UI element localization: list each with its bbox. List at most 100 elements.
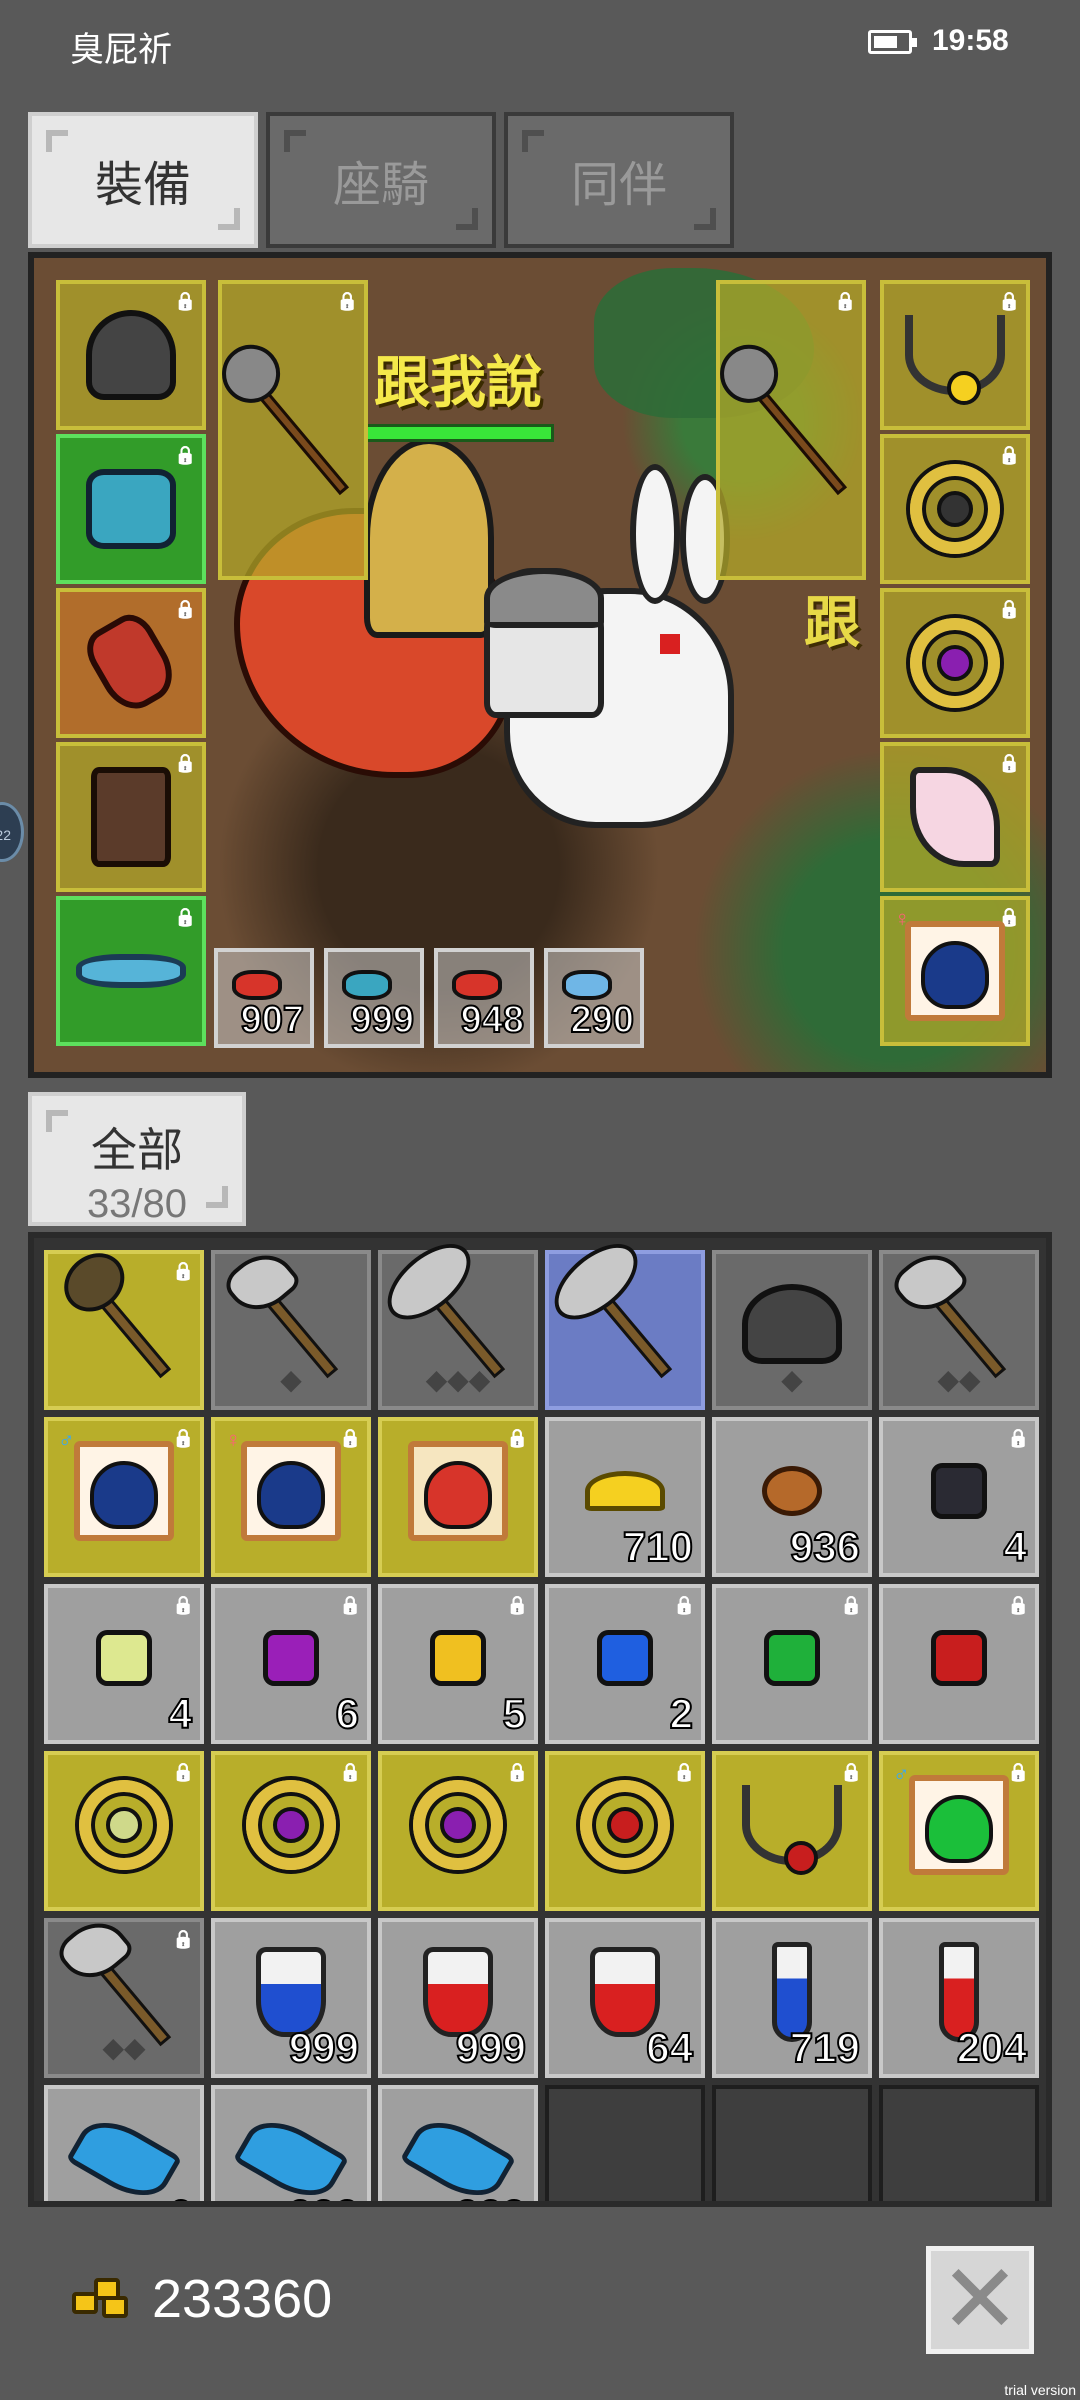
- inventory-slot[interactable]: ♂: [44, 1417, 204, 1577]
- inventory-slot[interactable]: 999: [378, 1918, 538, 2078]
- inventory-slot[interactable]: [44, 1751, 204, 1911]
- other-player-label: 跟: [804, 591, 860, 654]
- status-bar: 臭屁祈 19:58: [0, 0, 1080, 90]
- inventory-slot[interactable]: 4: [44, 1584, 204, 1744]
- cheese-icon: [585, 1470, 665, 1511]
- lock-icon: [174, 444, 196, 466]
- inventory-slot[interactable]: 719: [712, 1918, 872, 2078]
- mace-icon: [76, 1269, 172, 1379]
- tab-mount[interactable]: 座騎: [266, 112, 496, 248]
- empty-inventory-slot[interactable]: [545, 2085, 705, 2201]
- inventory-slot[interactable]: [378, 1751, 538, 1911]
- inventory-slot[interactable]: 999: [211, 1918, 371, 2078]
- inventory-slot[interactable]: 2: [545, 1584, 705, 1744]
- socket-icon: ◆◆: [937, 1364, 981, 1395]
- armor-slot[interactable]: [56, 434, 206, 584]
- pet-slot[interactable]: ♀: [880, 896, 1030, 1046]
- lock-icon: [172, 1427, 194, 1449]
- item-count: 999: [288, 2023, 360, 2072]
- black-ore-icon: [931, 1462, 987, 1519]
- inventory-filter-all[interactable]: 全部 33/80: [28, 1092, 246, 1226]
- lock-icon: [834, 290, 856, 312]
- inventory-slot[interactable]: 999: [211, 2085, 371, 2201]
- quick-slot[interactable]: 290: [544, 948, 644, 1048]
- red-feather-icon: [452, 970, 502, 1000]
- item-count: 5: [502, 1689, 527, 1738]
- character-preview: 跟我說 跟 🔒 🔒 🔒 🔒 🔒 🔒 🔒 🔒 🔒 🔒 🔒 🔒 ♀ 907 999 …: [28, 252, 1052, 1078]
- item-count: 4: [168, 1689, 193, 1738]
- tab-label: 裝備: [94, 159, 191, 212]
- inventory-slot[interactable]: 64: [545, 1918, 705, 2078]
- inventory-slot[interactable]: ◆◆: [44, 1918, 204, 2078]
- lock-icon: [336, 290, 358, 312]
- tab-label: 座騎: [332, 159, 429, 212]
- item-count: 710: [622, 1522, 694, 1571]
- inventory-slot[interactable]: ◆: [712, 1250, 872, 1410]
- tab-equipment[interactable]: 裝備: [28, 112, 258, 248]
- offhand-weapon-slot[interactable]: [716, 280, 866, 580]
- floating-bubble[interactable]: 22: [0, 802, 24, 862]
- inventory-slot[interactable]: ◆◆: [879, 1250, 1039, 1410]
- inventory-slot[interactable]: 999: [378, 2085, 538, 2201]
- cap-icon: [742, 1283, 842, 1364]
- quick-slot[interactable]: 907: [214, 948, 314, 1048]
- inventory-slot[interactable]: ♂: [879, 1751, 1039, 1911]
- lock-icon: [174, 752, 196, 774]
- inventory-slot[interactable]: [712, 1584, 872, 1744]
- lock-icon: [339, 1761, 361, 1783]
- inventory-slot[interactable]: [545, 1250, 705, 1410]
- helmet-slot[interactable]: [56, 280, 206, 430]
- empty-inventory-slot[interactable]: [712, 2085, 872, 2201]
- lock-icon: [172, 1761, 194, 1783]
- ring-icon: [79, 1779, 169, 1870]
- lock-icon: [339, 1427, 361, 1449]
- tab-companion[interactable]: 同伴: [504, 112, 734, 248]
- inventory-slot[interactable]: 6: [211, 1584, 371, 1744]
- ring-icon: [910, 618, 1000, 708]
- inventory-slot[interactable]: [879, 1584, 1039, 1744]
- main-weapon-slot[interactable]: [218, 280, 368, 580]
- inventory-slot[interactable]: [545, 1751, 705, 1911]
- inventory-slot[interactable]: ◆: [211, 1250, 371, 1410]
- item-count: 907: [240, 998, 305, 1042]
- item-count: 999: [455, 2023, 527, 2072]
- inventory-slot[interactable]: [44, 1250, 204, 1410]
- inventory-slot[interactable]: ◆◆◆: [378, 1250, 538, 1410]
- inventory-slot[interactable]: 5: [378, 1584, 538, 1744]
- tab-label: 同伴: [570, 159, 667, 212]
- close-button[interactable]: ✕: [926, 2246, 1034, 2354]
- wings-slot[interactable]: [880, 742, 1030, 892]
- necklace-slot[interactable]: [880, 280, 1030, 430]
- item-count: 64: [645, 2023, 694, 2072]
- inventory-slot[interactable]: 204: [879, 1918, 1039, 2078]
- lock-icon: [172, 1594, 194, 1616]
- inventory-slot[interactable]: [211, 1751, 371, 1911]
- item-count: 6: [168, 2190, 193, 2201]
- necklace-icon: [905, 315, 1005, 405]
- inventory-slot[interactable]: ♀: [211, 1417, 371, 1577]
- inventory-grid: ◆ ◆◆◆ ◆ ◆◆ ♂: [44, 1250, 1039, 2201]
- inventory-slot[interactable]: 4: [879, 1417, 1039, 1577]
- ring-slot-1[interactable]: [880, 434, 1030, 584]
- ring-icon: [246, 1779, 336, 1870]
- inventory-slot[interactable]: 936: [712, 1417, 872, 1577]
- inventory-grid-panel[interactable]: ◆ ◆◆◆ ◆ ◆◆ ♂: [28, 1232, 1052, 2207]
- gloves-slot[interactable]: [56, 588, 206, 738]
- quick-slot[interactable]: 948: [434, 948, 534, 1048]
- item-count: 4: [1003, 1522, 1028, 1571]
- belt-slot[interactable]: [56, 896, 206, 1046]
- item-count: 719: [789, 2023, 861, 2072]
- lock-icon: [998, 752, 1020, 774]
- purple-ore-icon: [263, 1629, 319, 1686]
- inventory-slot[interactable]: [712, 1751, 872, 1911]
- quick-slot[interactable]: 999: [324, 948, 424, 1048]
- inventory-slot[interactable]: 6: [44, 2085, 204, 2201]
- lock-icon: [998, 598, 1020, 620]
- boots-slot[interactable]: [56, 742, 206, 892]
- inventory-slot[interactable]: [378, 1417, 538, 1577]
- ring-slot-2[interactable]: [880, 588, 1030, 738]
- pet-card-icon: [74, 1440, 174, 1541]
- meat-icon: [762, 1465, 822, 1516]
- empty-inventory-slot[interactable]: [879, 2085, 1039, 2201]
- inventory-slot[interactable]: 710: [545, 1417, 705, 1577]
